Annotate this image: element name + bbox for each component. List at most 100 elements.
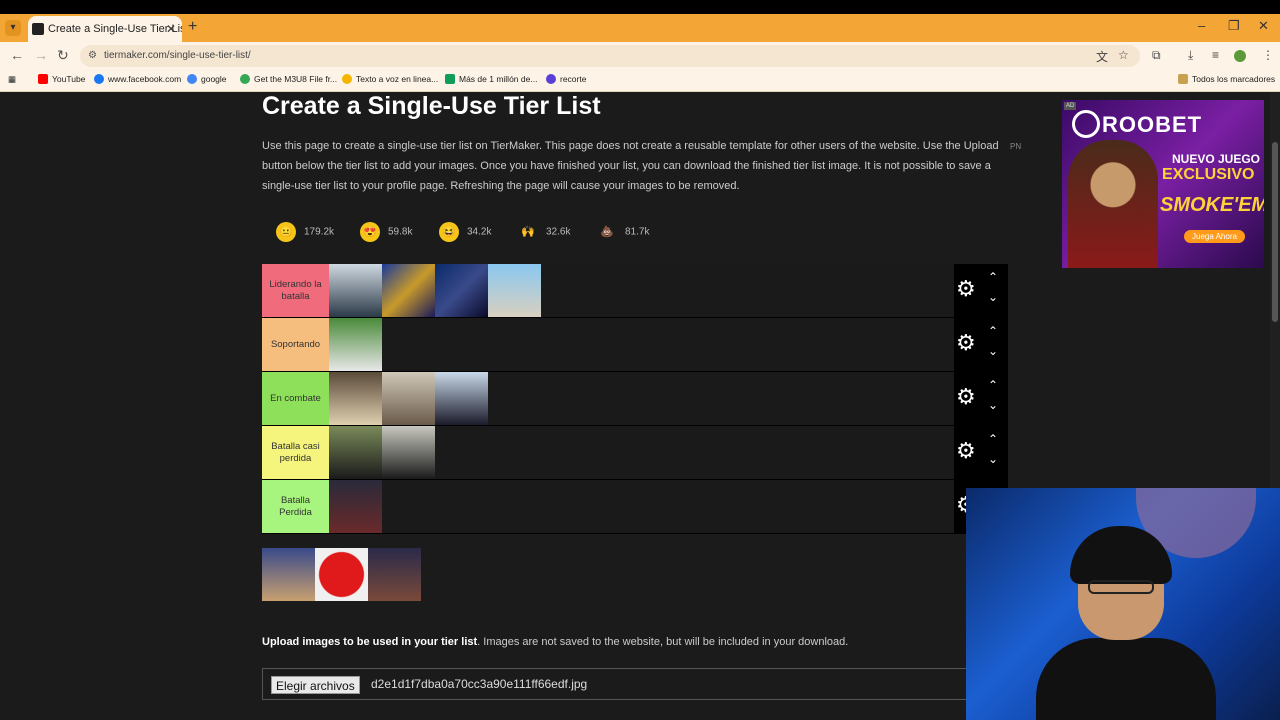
restore-icon[interactable]: ❐ — [1228, 18, 1240, 34]
choose-files-button[interactable]: Elegir archivos — [271, 676, 360, 694]
tier-image[interactable] — [488, 264, 541, 317]
menu-icon[interactable]: ⋮ — [1262, 48, 1274, 62]
gear-icon[interactable]: ⚙ — [956, 440, 976, 462]
chevron-down-icon[interactable]: ⌄ — [988, 398, 998, 412]
advertisement-banner[interactable]: AD ROOBET NUEVO JUEGO EXCLUSIVO SMOKE'EM… — [1062, 100, 1264, 268]
extensions-icon[interactable]: ⧉ — [1152, 48, 1161, 63]
chevron-down-icon[interactable]: ⌄ — [988, 452, 998, 466]
close-window-icon[interactable]: ✕ — [1258, 18, 1269, 34]
bookmark-google[interactable]: google — [187, 74, 227, 84]
back-icon[interactable]: ← — [10, 47, 24, 63]
gear-icon[interactable]: ⚙ — [956, 278, 976, 300]
pool-image[interactable] — [315, 548, 368, 601]
forward-icon[interactable]: → — [34, 47, 48, 63]
tier-image[interactable] — [382, 264, 435, 317]
person-glasses — [1088, 580, 1154, 594]
tier-image[interactable] — [329, 264, 382, 317]
tier-row: Batalla casi perdida ⚙ ⌃ ⌄ — [262, 426, 1008, 480]
site-info-icon[interactable]: ⚙ — [88, 45, 97, 67]
bookmark-mas-de-1-millon[interactable]: Más de 1 millón de... — [445, 74, 537, 84]
tier-label[interactable]: Batalla Perdida — [262, 480, 329, 533]
tier-row: Liderando la batalla ⚙ ⌃ ⌄ — [262, 264, 1008, 318]
ad-cta-button[interactable]: Juega Ahora — [1184, 230, 1245, 243]
pool-image[interactable] — [262, 548, 315, 601]
os-top-bar — [0, 0, 1280, 14]
tab-title: Create a Single-Use Tier List (Fi — [48, 23, 182, 35]
gear-icon[interactable]: ⚙ — [956, 332, 976, 354]
browser-tab-strip: ▾ Create a Single-Use Tier List (Fi ✕ + … — [0, 14, 1280, 42]
tier-image[interactable] — [329, 480, 382, 533]
tier-controls: ⚙ ⌃ ⌄ — [954, 372, 1008, 425]
tab-close-icon[interactable]: ✕ — [166, 16, 176, 42]
address-bar[interactable]: ⚙ tiermaker.com/single-use-tier-list/ — [80, 45, 1140, 67]
profile-avatar[interactable] — [1234, 50, 1246, 62]
ad-line-2: EXCLUSIVO — [1162, 166, 1255, 183]
tiermaker-favicon-icon — [32, 23, 44, 35]
texto-voz-icon — [342, 74, 352, 84]
gear-icon[interactable]: ⚙ — [956, 386, 976, 408]
tier-label[interactable]: En combate — [262, 372, 329, 425]
tier-row: Soportando ⚙ ⌃ ⌄ — [262, 318, 1008, 372]
upload-instructions: Upload images to be used in your tier li… — [262, 636, 848, 648]
pn-badge: PN — [1010, 142, 1022, 151]
translate-icon[interactable]: 文 — [1096, 48, 1108, 65]
all-bookmarks[interactable]: Todos los marcadores — [1178, 74, 1275, 84]
tier-controls: ⚙ ⌃ ⌄ — [954, 264, 1008, 317]
tier-image[interactable] — [329, 426, 382, 479]
ad-tag: AD — [1064, 102, 1077, 110]
download-icon[interactable]: ⤓ — [1188, 48, 1193, 63]
bookmark-recorte[interactable]: recorte — [546, 74, 586, 84]
ad-character-image — [1068, 140, 1158, 268]
chevron-up-icon[interactable]: ⌃ — [988, 378, 998, 392]
tier-image[interactable] — [382, 372, 435, 425]
upload-instructions-rest: . Images are not saved to the website, b… — [477, 636, 849, 648]
browser-tab[interactable]: Create a Single-Use Tier List (Fi ✕ — [28, 16, 182, 42]
chevron-up-icon[interactable]: ⌃ — [988, 324, 998, 338]
tier-image[interactable] — [382, 426, 435, 479]
browser-toolbar: ← → ↻ ⚙ tiermaker.com/single-use-tier-li… — [0, 42, 1280, 70]
ad-line-3: SMOKE'EM — [1160, 194, 1264, 216]
tier-label[interactable]: Batalla casi perdida — [262, 426, 329, 479]
tier-controls: ⚙ ⌃ ⌄ — [954, 318, 1008, 371]
ad-line-1: NUEVO JUEGO — [1172, 152, 1261, 166]
reaction-raised-hands[interactable]: 🙌 32.6k — [518, 222, 570, 244]
bookmark-youtube[interactable]: YouTube — [38, 74, 85, 84]
tab-search-icon[interactable]: ▾ — [5, 20, 21, 36]
tier-image[interactable] — [329, 372, 382, 425]
media-icon[interactable]: ≡ — [1212, 48, 1219, 62]
reaction-neutral[interactable]: 😐 179.2k — [276, 222, 334, 244]
tier-image[interactable] — [329, 318, 382, 371]
tier-label[interactable]: Liderando la batalla — [262, 264, 329, 317]
bookmark-facebook[interactable]: www.facebook.com — [94, 74, 181, 84]
tier-label[interactable]: Soportando — [262, 318, 329, 371]
chevron-down-icon[interactable]: ⌄ — [988, 290, 998, 304]
bookmark-texto-a-voz[interactable]: Texto a voz en linea... — [342, 74, 438, 84]
person-body — [1036, 638, 1216, 720]
reload-icon[interactable]: ↻ — [57, 47, 69, 64]
reaction-heart-eyes[interactable]: 😍 59.8k — [360, 222, 412, 244]
tier-image[interactable] — [435, 264, 488, 317]
chevron-down-icon[interactable]: ⌄ — [988, 344, 998, 358]
selected-file-name: d2e1d1f7dba0a70cc3a90e111ff66edf.jpg — [371, 677, 588, 691]
tier-row: En combate ⚙ ⌃ ⌄ — [262, 372, 1008, 426]
bookmark-m3u8[interactable]: Get the M3U8 File fr... — [240, 74, 337, 84]
webcam-overlay — [966, 488, 1280, 720]
file-upload-field[interactable]: Elegir archivos d2e1d1f7dba0a70cc3a90e11… — [262, 668, 1008, 700]
url-text: tiermaker.com/single-use-tier-list/ — [104, 50, 251, 61]
tier-controls: ⚙ ⌃ ⌄ — [954, 426, 1008, 479]
scrollbar-thumb[interactable] — [1272, 142, 1278, 322]
tier-row: Batalla Perdida ⚙ ⌃ ⌄ — [262, 480, 1008, 534]
chevron-up-icon[interactable]: ⌃ — [988, 432, 998, 446]
reaction-laughing[interactable]: 😆 34.2k — [439, 222, 491, 244]
tier-image[interactable] — [435, 372, 488, 425]
new-tab-button[interactable]: + — [188, 18, 197, 36]
reaction-poop[interactable]: 💩 81.7k — [597, 222, 649, 244]
bookmark-star-icon[interactable]: ☆ — [1118, 48, 1129, 62]
raised-hands-icon: 🙌 — [521, 226, 535, 238]
apps-icon[interactable]: ▦ — [8, 74, 16, 85]
page-description: Use this page to create a single-use tie… — [262, 140, 999, 192]
pool-image[interactable] — [368, 548, 421, 601]
minimize-icon[interactable]: – — [1198, 18, 1205, 33]
page-content: Create a Single-Use Tier List Use this p… — [0, 92, 1280, 720]
chevron-up-icon[interactable]: ⌃ — [988, 270, 998, 284]
